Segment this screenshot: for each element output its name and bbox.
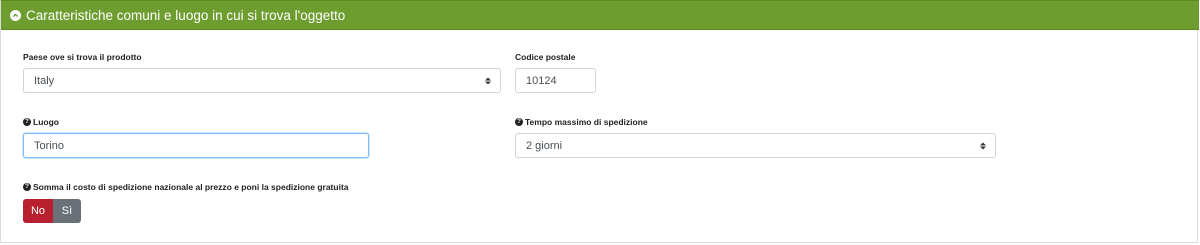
- country-select[interactable]: Italy: [23, 68, 501, 93]
- place-label: ? Luogo: [23, 117, 59, 127]
- add-shipping-label-text: Somma il costo di spedizione nazionale a…: [33, 182, 349, 192]
- section-panel: Caratteristiche comuni e luogo in cui si…: [0, 0, 1199, 243]
- select-caret-icon: [980, 142, 986, 149]
- postal-code-value: 10124: [526, 74, 557, 87]
- country-label: Paese ove si trova il prodotto: [23, 52, 142, 62]
- section-header[interactable]: Caratteristiche comuni e luogo in cui si…: [1, 0, 1199, 30]
- shipping-time-value: 2 giorni: [526, 139, 563, 152]
- place-value: Torino: [34, 139, 64, 152]
- shipping-time-label-text: Tempo massimo di spedizione: [525, 117, 648, 127]
- toggle-no-button[interactable]: No: [23, 199, 53, 223]
- add-shipping-label: ? Somma il costo di spedizione nazionale…: [23, 182, 349, 192]
- question-circle-icon[interactable]: ?: [23, 118, 31, 126]
- section-title: Caratteristiche comuni e luogo in cui si…: [26, 7, 346, 23]
- postal-code-input[interactable]: 10124: [515, 68, 596, 93]
- add-shipping-toggle: No Sì: [23, 199, 81, 223]
- country-label-text: Paese ove si trova il prodotto: [23, 52, 142, 62]
- place-label-text: Luogo: [33, 117, 59, 127]
- question-circle-icon[interactable]: ?: [23, 183, 31, 191]
- place-input[interactable]: Torino: [23, 133, 369, 158]
- question-circle-icon[interactable]: ?: [515, 118, 523, 126]
- postal-code-label: Codice postale: [515, 52, 575, 62]
- select-caret-icon: [485, 77, 491, 84]
- shipping-time-label: ? Tempo massimo di spedizione: [515, 117, 648, 127]
- chevron-up-circle-icon[interactable]: [10, 9, 21, 21]
- country-select-value: Italy: [34, 74, 55, 87]
- toggle-si-button[interactable]: Sì: [53, 199, 81, 223]
- postal-code-label-text: Codice postale: [515, 52, 576, 62]
- shipping-time-select[interactable]: 2 giorni: [515, 133, 996, 158]
